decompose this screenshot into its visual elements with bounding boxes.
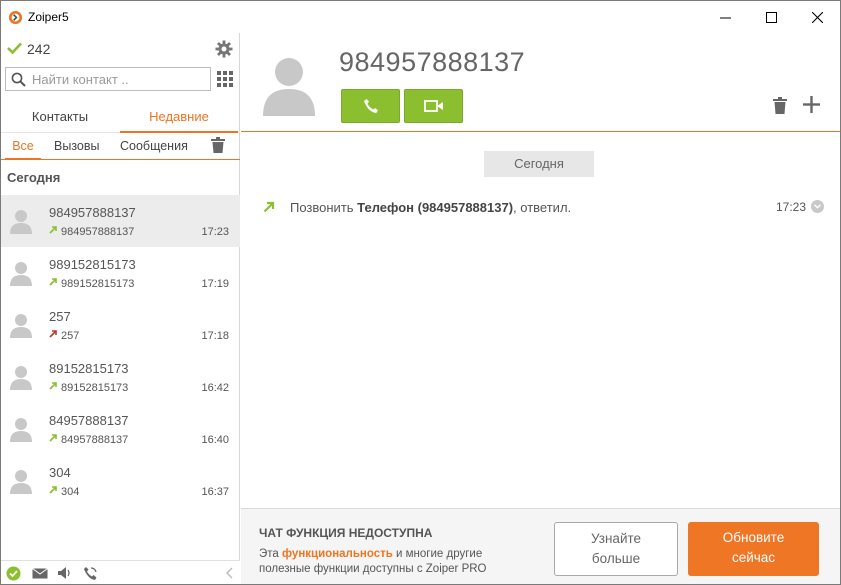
tab-recent[interactable]: Недавние (120, 103, 238, 133)
recent-name: 89152815173 (49, 361, 129, 376)
search-input[interactable] (32, 70, 207, 88)
outgoing-arrow-icon (49, 278, 57, 286)
recent-number: 304 (61, 486, 80, 498)
avatar-icon (10, 210, 32, 234)
recent-time: 17:23 (201, 226, 229, 238)
app-window: Zoiper5 242 Найти контакт .. Контакты Не… (0, 0, 841, 585)
outgoing-arrow-icon (49, 226, 57, 234)
tab-contacts[interactable]: Контакты (1, 103, 119, 133)
recent-number: 84957888137 (61, 434, 129, 446)
section-header-today: Сегодня (7, 170, 61, 185)
subtab-all[interactable]: Все (5, 139, 41, 160)
date-separator: Сегодня (484, 151, 594, 177)
recent-time: 16:40 (201, 434, 229, 446)
gear-icon[interactable] (215, 40, 233, 58)
avatar-icon (10, 314, 32, 338)
search-icon (11, 72, 26, 87)
video-call-button[interactable] (404, 89, 463, 123)
promo-title: ЧАТ ФУНКЦИЯ НЕДОСТУПНА (259, 526, 433, 540)
recent-name: 989152815173 (49, 257, 136, 272)
sub-tabs: Все Вызовы Сообщения (1, 134, 240, 160)
close-icon (811, 11, 823, 23)
expand-chevron-icon[interactable] (811, 200, 824, 213)
recent-name: 257 (49, 309, 71, 324)
subtab-messages[interactable]: Сообщения (120, 139, 188, 160)
contact-header: 984957888137 (241, 33, 840, 132)
trash-icon[interactable] (211, 137, 225, 153)
upgrade-now-button[interactable]: Обновите сейчас (688, 522, 819, 576)
avatar-icon (10, 470, 32, 494)
recent-number: 989152815173 (61, 278, 135, 290)
promo-text: Эта функциональность и многие другие пол… (259, 548, 487, 575)
recent-item[interactable]: 84957888137 84957888137 16:40 (1, 403, 240, 455)
recent-item[interactable]: 257 257 17:18 (1, 299, 240, 351)
add-icon[interactable] (803, 96, 820, 113)
minimize-icon (719, 17, 731, 18)
missed-arrow-icon (49, 330, 57, 338)
status-count: 242 (27, 41, 51, 57)
recent-time: 17:18 (201, 330, 229, 342)
recent-name: 304 (49, 465, 71, 480)
phone-settings-icon[interactable] (83, 566, 98, 581)
account-status[interactable]: 242 (1, 33, 240, 65)
delete-contact-icon[interactable] (773, 97, 787, 114)
avatar-icon (10, 418, 32, 442)
recent-number: 257 (61, 330, 80, 342)
recent-list: 984957888137 984957888137 17:23 98915281… (1, 195, 240, 507)
outgoing-arrow-icon (49, 434, 57, 442)
collapse-left-icon[interactable] (225, 567, 233, 579)
recent-name: 84957888137 (49, 413, 129, 428)
upgrade-banner: ЧАТ ФУНКЦИЯ НЕДОСТУПНА Эта функционально… (241, 508, 840, 584)
envelope-icon[interactable] (32, 568, 48, 579)
check-icon (7, 42, 22, 54)
maximize-button[interactable] (748, 1, 794, 33)
recent-item[interactable]: 984957888137 984957888137 17:23 (1, 195, 240, 247)
history-text: Позвонить Телефон (984957888137), ответи… (290, 200, 572, 215)
maximize-icon (765, 11, 777, 23)
contact-avatar-icon (263, 58, 315, 116)
video-camera-icon (423, 100, 443, 112)
history-entry[interactable]: Позвонить Телефон (984957888137), ответи… (241, 198, 840, 220)
outgoing-arrow-icon (263, 201, 275, 213)
contact-number: 984957888137 (339, 47, 526, 77)
outgoing-arrow-icon (49, 382, 57, 390)
history-target: Телефон (984957888137) (357, 200, 514, 215)
dialpad-icon[interactable] (217, 71, 233, 87)
minimize-button[interactable] (702, 1, 748, 33)
speaker-icon[interactable] (57, 566, 73, 580)
learn-more-button[interactable]: Узнайте больше (554, 522, 678, 576)
avatar-icon (10, 366, 32, 390)
right-panel: 984957888137 Сегодня Позвонить Телефон (… (241, 33, 840, 584)
recent-number: 89152815173 (61, 382, 129, 394)
history-time: 17:23 (776, 200, 807, 214)
recent-item[interactable]: 989152815173 989152815173 17:19 (1, 247, 240, 299)
audio-call-button[interactable] (341, 89, 400, 123)
recent-number: 984957888137 (61, 226, 135, 238)
bottom-status-bar (1, 560, 240, 584)
phone-icon (363, 99, 378, 113)
left-panel: 242 Найти контакт .. Контакты Недавние В… (1, 33, 240, 584)
recent-item[interactable]: 89152815173 89152815173 16:42 (1, 351, 240, 403)
recent-time: 16:42 (201, 382, 229, 394)
window-title: Zoiper5 (28, 10, 69, 24)
recent-name: 984957888137 (49, 205, 136, 220)
status-ok-icon[interactable] (6, 566, 21, 581)
search-box[interactable] (5, 67, 211, 91)
close-button[interactable] (794, 1, 840, 33)
zoiper-logo-icon (8, 10, 23, 25)
recent-time: 17:19 (201, 278, 229, 290)
outgoing-arrow-icon (49, 486, 57, 494)
title-bar: Zoiper5 (1, 1, 840, 33)
avatar-icon (10, 262, 32, 286)
recent-item[interactable]: 304 304 16:37 (1, 455, 240, 507)
subtab-calls[interactable]: Вызовы (54, 139, 100, 160)
recent-time: 16:37 (201, 486, 229, 498)
main-tabs: Контакты Недавние (1, 103, 240, 133)
promo-highlight: функциональность (282, 548, 393, 560)
